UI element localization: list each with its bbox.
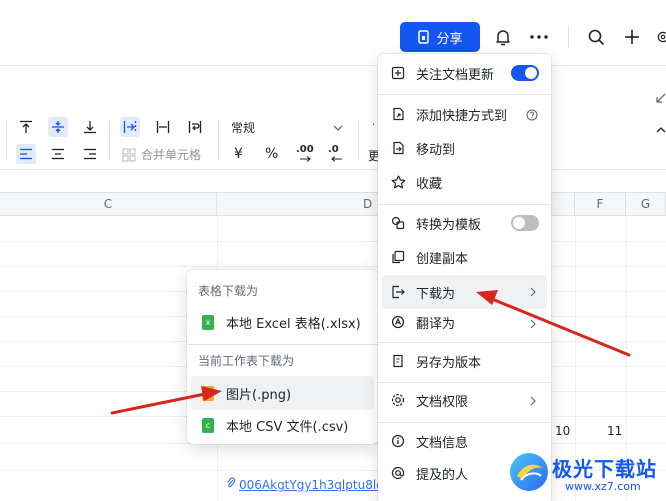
arrow-to-png: [110, 386, 222, 415]
arrow-to-download-as: [476, 290, 631, 357]
watermark-logo: 极光下载站 www.xz7.com: [505, 446, 666, 501]
annotation-arrows: [110, 290, 631, 415]
watermark-logo-icon: [510, 453, 548, 491]
watermark-url: www.xz7.com: [565, 480, 641, 493]
watermark-text: 极光下载站: [552, 457, 657, 481]
